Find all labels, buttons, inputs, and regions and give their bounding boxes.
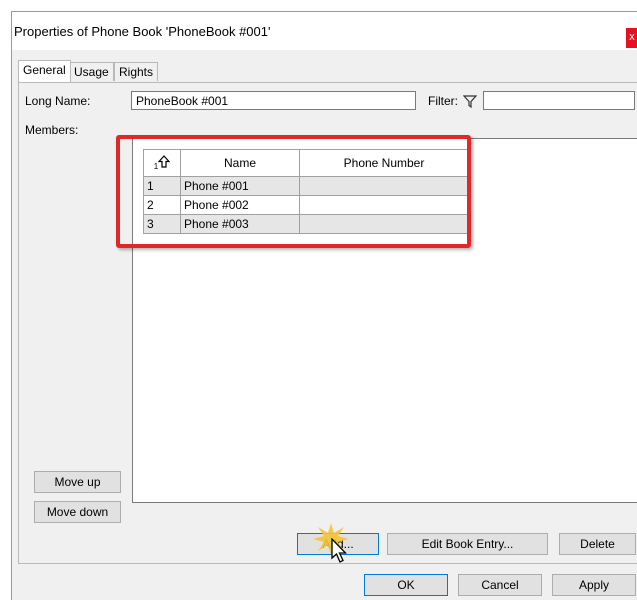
tab-general[interactable]: General [18, 60, 71, 82]
tab-rights[interactable]: Rights [114, 62, 159, 81]
cancel-button[interactable]: Cancel [458, 574, 542, 596]
edit-book-entry-button[interactable]: Edit Book Entry... [387, 533, 548, 555]
tab-usage[interactable]: Usage [69, 62, 114, 81]
move-down-button[interactable]: Move down [34, 501, 121, 523]
filter-label: Filter: [428, 94, 458, 108]
move-up-button[interactable]: Move up [34, 471, 121, 493]
funnel-icon [463, 95, 477, 108]
filter-input[interactable] [483, 91, 635, 110]
properties-dialog: Properties of Phone Book 'PhoneBook #001… [11, 11, 637, 600]
members-label: Members: [25, 123, 79, 137]
close-button[interactable]: x [626, 28, 637, 48]
ok-button[interactable]: OK [364, 574, 448, 596]
general-tab-panel: Long Name: PhoneBook #001 Filter: Member… [18, 82, 637, 564]
window-title: Properties of Phone Book 'PhoneBook #001… [14, 24, 271, 39]
apply-button[interactable]: Apply [552, 574, 636, 596]
long-name-input[interactable]: PhoneBook #001 [131, 91, 416, 110]
delete-button[interactable]: Delete [559, 533, 636, 555]
red-highlight-box [116, 135, 471, 248]
title-bar: Properties of Phone Book 'PhoneBook #001… [12, 12, 637, 50]
long-name-label: Long Name: [25, 94, 91, 108]
mouse-pointer-icon [331, 538, 348, 563]
